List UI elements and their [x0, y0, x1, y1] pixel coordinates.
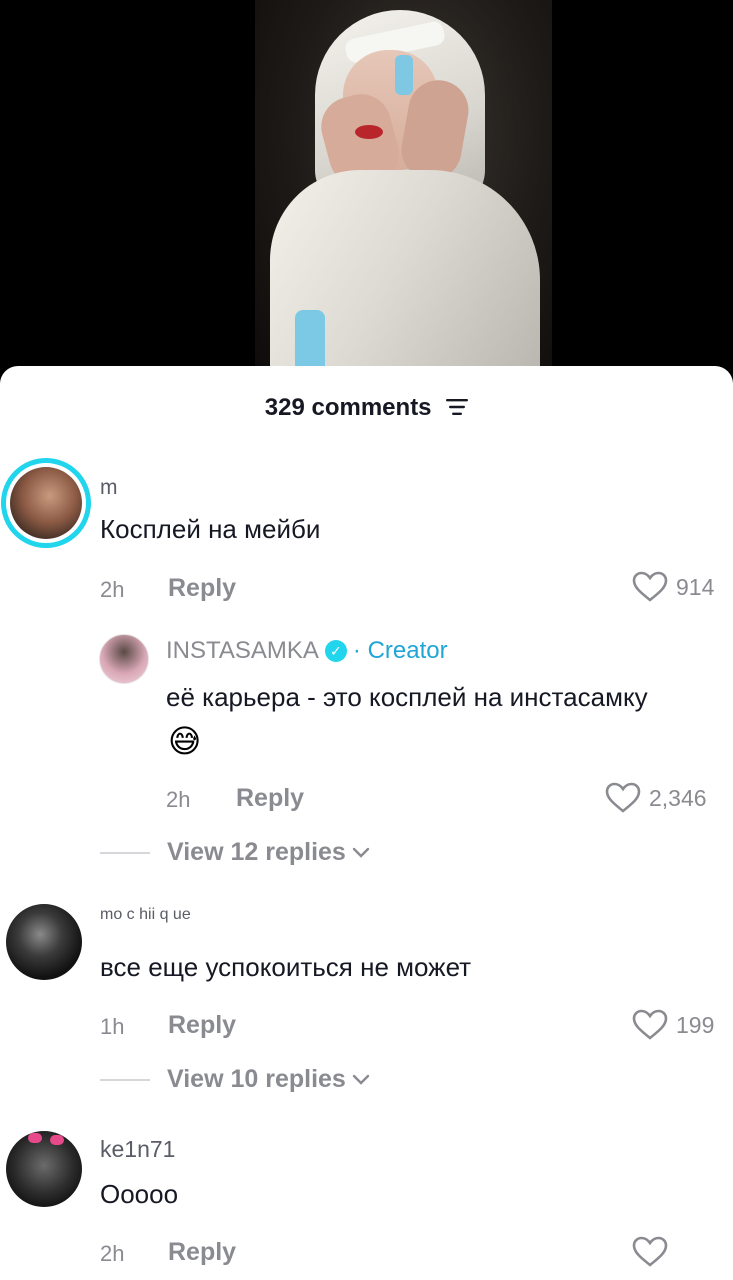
comments-header[interactable]: 329 comments — [0, 394, 733, 422]
comment-time: 1h — [100, 1014, 125, 1039]
creator-username-row[interactable]: INSTASAMKA ✓ · Creator — [166, 637, 448, 665]
divider-line — [100, 1078, 150, 1081]
comment-username[interactable]: mo c hii q ue — [100, 906, 191, 924]
comment-text: Косплей на мейби — [100, 514, 321, 544]
view-replies-label: View 12 replies — [167, 838, 346, 866]
like-count: 199 — [676, 1011, 715, 1038]
creator-username[interactable]: INSTASAMKA — [166, 637, 319, 665]
comment-text: все еще успокоиться не может — [100, 952, 472, 982]
avatar[interactable] — [1, 458, 91, 548]
like-button[interactable]: 914 — [632, 571, 714, 603]
heart-outline-icon — [632, 571, 668, 602]
creator-avatar[interactable] — [99, 634, 149, 684]
figure-hair — [395, 55, 413, 95]
comment-time: 2h — [100, 577, 125, 602]
comment-username[interactable]: m — [100, 476, 118, 500]
like-button[interactable]: 2,346 — [605, 782, 707, 814]
reply-button[interactable]: Reply — [168, 574, 236, 603]
like-count: 914 — [676, 573, 715, 600]
sweat-smile-emoji: 😅 — [168, 723, 202, 759]
chevron-down-icon — [352, 1074, 370, 1085]
figure-lips — [355, 125, 383, 139]
comment-username[interactable]: ke1n71 — [100, 1136, 175, 1163]
reply-button[interactable]: Reply — [168, 1011, 236, 1040]
avatar[interactable] — [6, 1131, 82, 1207]
verified-check-icon: ✓ — [324, 640, 347, 662]
heart-outline-icon — [632, 1009, 668, 1040]
creator-reply-text: её карьера - это косплей на инстасамку — [166, 682, 648, 712]
avatar[interactable] — [6, 904, 82, 980]
filter-lines-icon[interactable] — [446, 398, 469, 416]
video-frame — [255, 0, 552, 380]
comments-sheet: 329 comments m Косплей на мейби 2h Reply… — [0, 366, 733, 1280]
view-replies-label: View 10 replies — [167, 1065, 346, 1093]
view-replies-button[interactable]: View 12 replies — [100, 838, 370, 867]
comment-text: Ооооо — [100, 1179, 179, 1209]
comments-count: 329 comments — [264, 394, 432, 421]
divider-line — [100, 851, 150, 854]
like-button[interactable]: 199 — [632, 1009, 714, 1041]
heart-outline-icon — [605, 782, 641, 813]
like-count: 2,346 — [649, 784, 707, 811]
creator-reply-time: 2h — [166, 787, 191, 812]
reply-button[interactable]: Reply — [168, 1238, 236, 1267]
comment-time: 2h — [100, 1241, 125, 1266]
creator-tag: · Creator — [352, 637, 448, 664]
chevron-down-icon — [352, 847, 370, 858]
heart-outline-icon — [632, 1236, 668, 1267]
reply-button[interactable]: Reply — [236, 784, 304, 813]
video-player[interactable] — [0, 0, 733, 380]
like-button[interactable] — [632, 1236, 676, 1268]
view-replies-button[interactable]: View 10 replies — [100, 1065, 370, 1094]
